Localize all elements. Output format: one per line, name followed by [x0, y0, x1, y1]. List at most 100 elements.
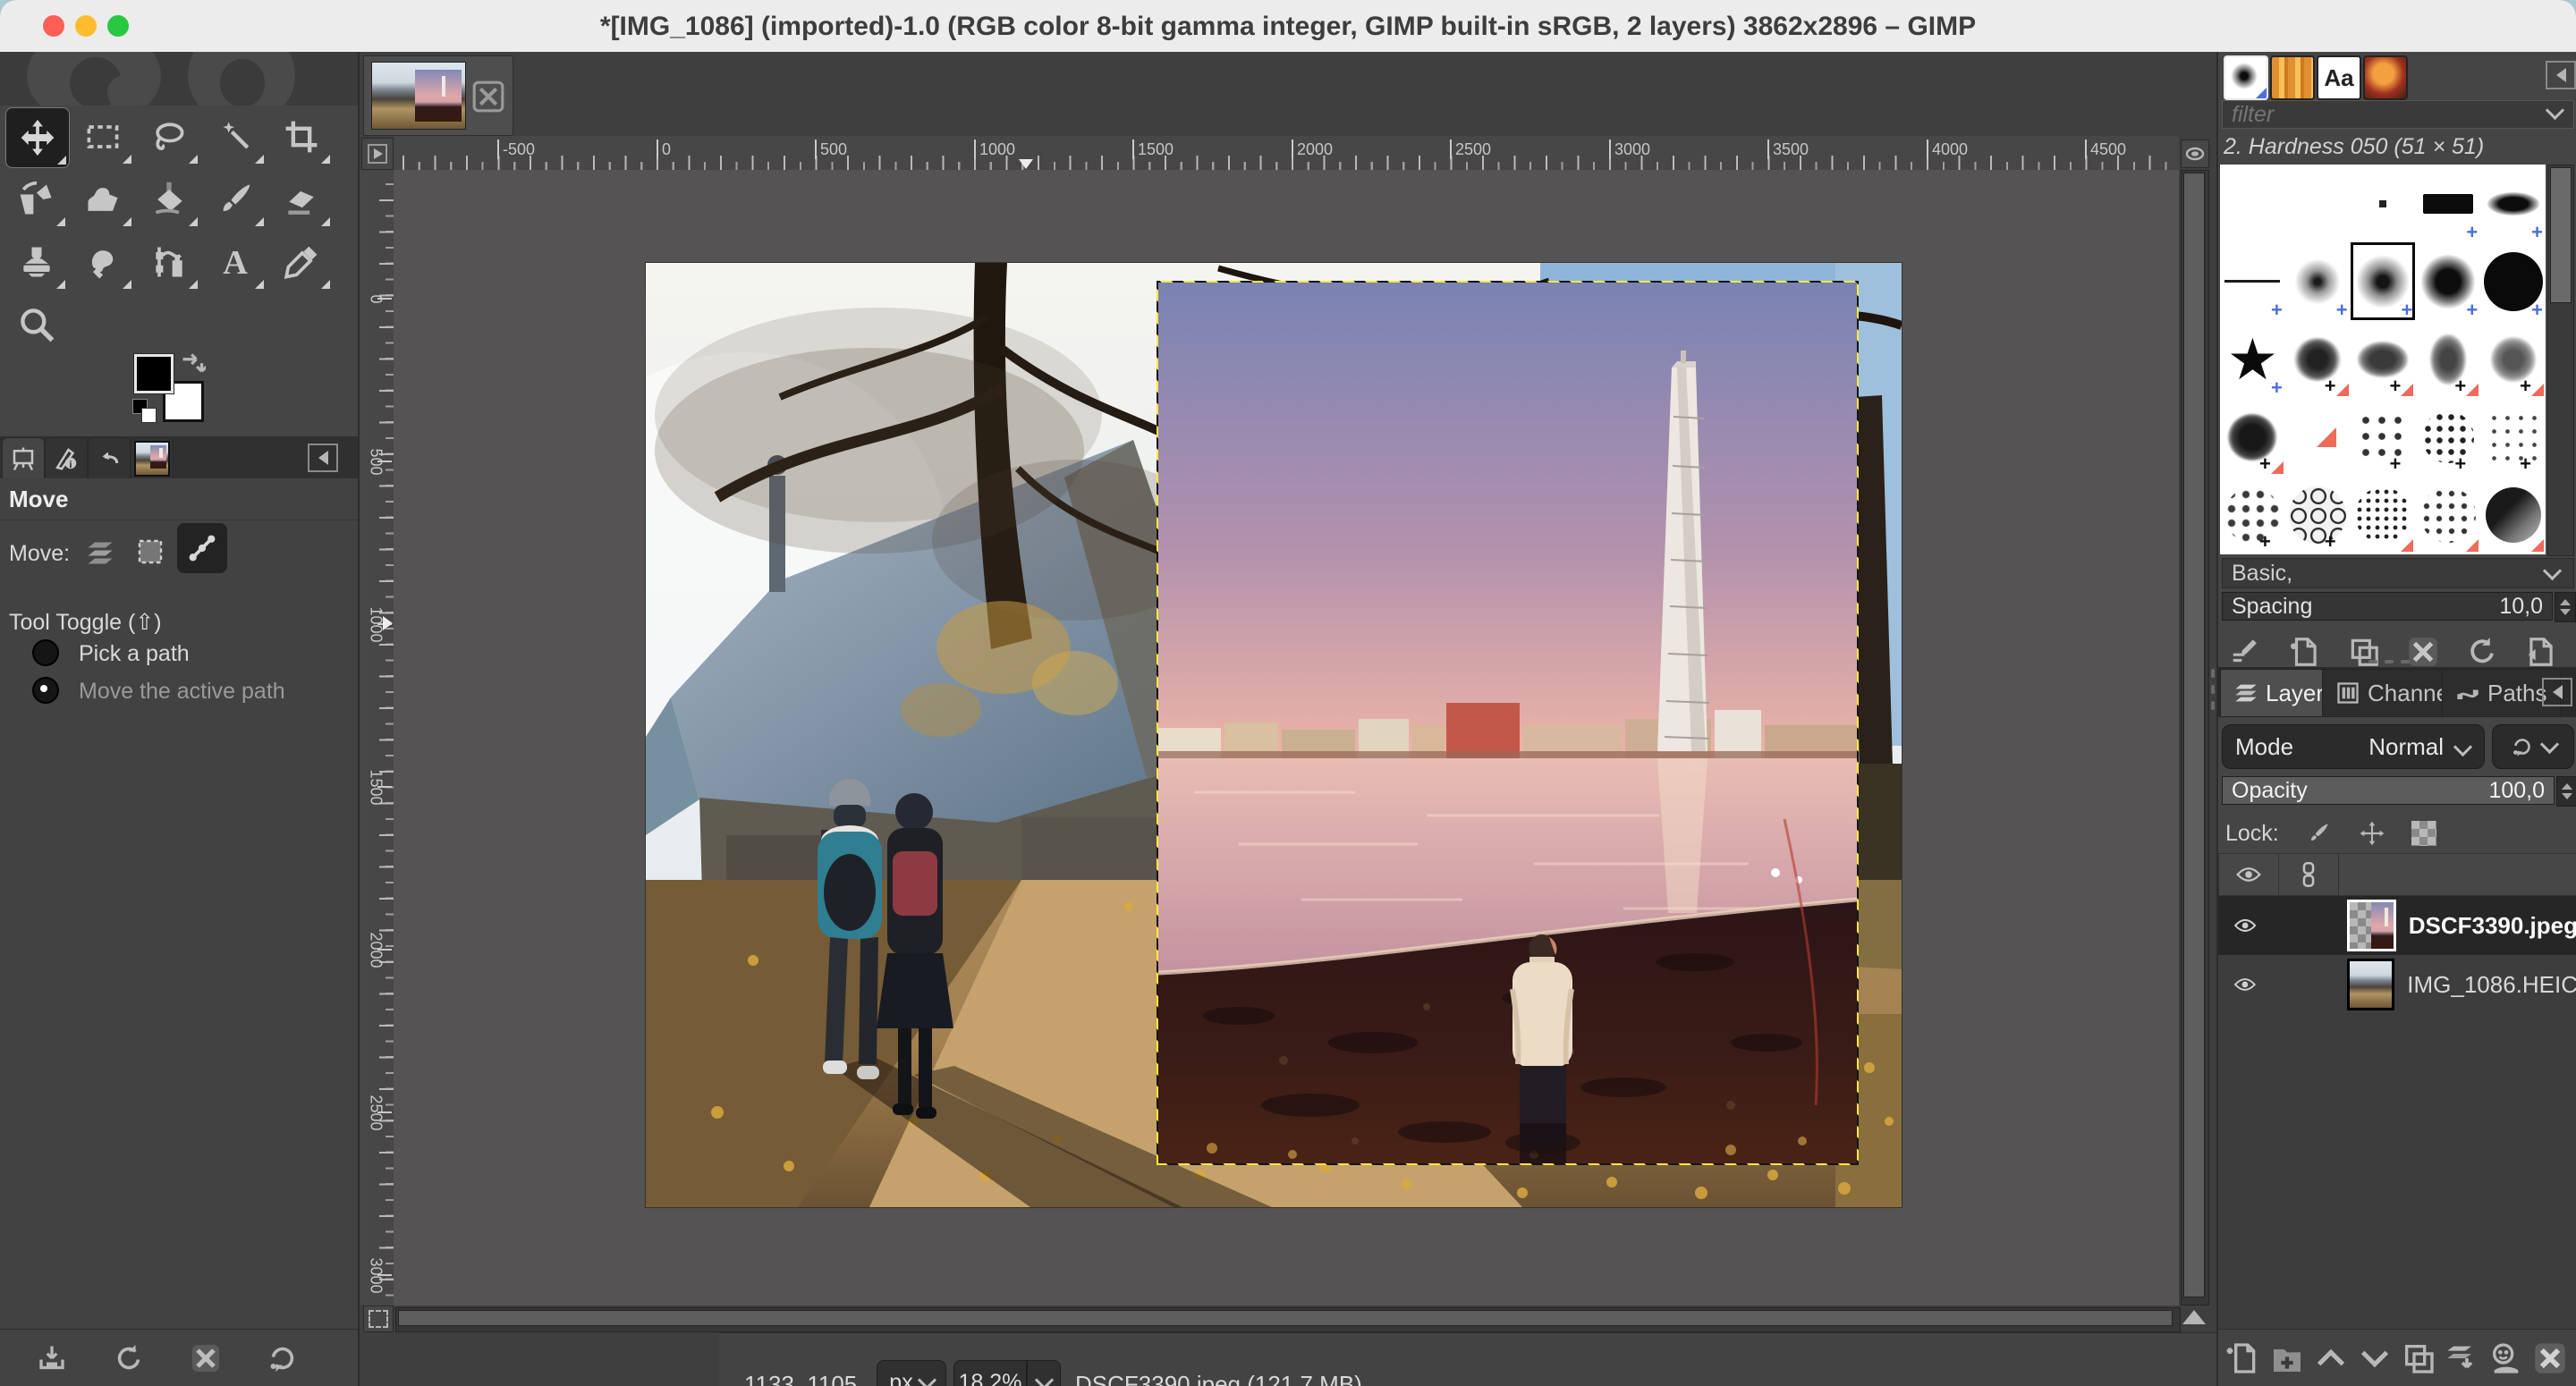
tool-bucket-fill[interactable]	[138, 170, 200, 229]
refresh-brushes-icon[interactable]	[2465, 635, 2499, 669]
foreground-color-swatch[interactable]	[134, 354, 174, 393]
vertical-ruler[interactable]: 0 500 1000 1500 2000 2500 3000	[360, 170, 394, 1306]
tool-crop[interactable]	[270, 107, 333, 166]
swap-colors-icon[interactable]	[179, 352, 206, 376]
move-path-mode-button[interactable]	[177, 523, 227, 573]
tab-fonts[interactable]: Aa	[2317, 55, 2361, 100]
merge-down-icon[interactable]	[2445, 1340, 2480, 1376]
opacity-spinner[interactable]	[2556, 776, 2576, 807]
brush-item[interactable]: +	[2285, 476, 2351, 554]
default-colors-icon-bg[interactable]	[141, 408, 157, 423]
tool-color-picker[interactable]	[270, 232, 333, 292]
new-layer-icon[interactable]	[2225, 1340, 2261, 1376]
zoom-dropdown[interactable]	[1027, 1360, 1061, 1386]
brush-item[interactable]: +	[2415, 398, 2480, 476]
tool-clone[interactable]	[5, 232, 68, 292]
brush-item[interactable]	[2415, 476, 2480, 554]
zoom-value[interactable]: 18,2%	[953, 1360, 1027, 1386]
raise-layer-icon[interactable]	[2313, 1340, 2349, 1376]
tool-paintbrush[interactable]	[204, 170, 267, 229]
horizontal-scrollbar-thumb[interactable]	[398, 1310, 2173, 1326]
brush-grid-scrollbar-thumb[interactable]	[2550, 167, 2572, 303]
zoom-follow-window-button[interactable]	[2181, 139, 2209, 168]
mode-switch-button[interactable]	[2492, 724, 2574, 769]
brush-item[interactable]	[2351, 165, 2416, 242]
delete-brush-icon[interactable]	[2406, 635, 2440, 669]
navigation-button[interactable]	[2181, 1304, 2207, 1331]
unit-dropdown[interactable]: px	[877, 1360, 946, 1386]
open-brush-as-image-icon[interactable]	[2524, 635, 2558, 669]
layer-mode-dropdown[interactable]: Mode Normal	[2222, 724, 2485, 769]
brush-item[interactable]	[2351, 476, 2416, 554]
opacity-slider[interactable]: Opacity 100,0	[2222, 776, 2555, 805]
move-layer-mode-button[interactable]	[77, 528, 123, 575]
save-preset-icon[interactable]	[36, 1342, 68, 1374]
brush-item[interactable]: +	[2351, 320, 2416, 398]
link-column-header[interactable]	[2279, 853, 2339, 896]
tool-unified-transform[interactable]	[5, 170, 68, 229]
duplicate-brush-icon[interactable]	[2347, 635, 2381, 669]
tab-brushes[interactable]	[2224, 55, 2268, 100]
vertical-scrollbar[interactable]	[2181, 170, 2209, 1306]
dock-splitter-grip[interactable]	[2368, 660, 2410, 663]
brush-item[interactable]: +	[2220, 476, 2285, 554]
brush-item[interactable]: ★+	[2220, 320, 2285, 398]
brush-item[interactable]: +	[2285, 242, 2351, 320]
tool-zoom[interactable]	[5, 295, 68, 354]
add-mask-icon[interactable]	[2488, 1340, 2524, 1376]
brush-item[interactable]: +	[2415, 320, 2480, 398]
brush-tag-select[interactable]: Basic,	[2222, 558, 2574, 588]
brush-item[interactable]: +	[2480, 320, 2546, 398]
delete-layer-icon[interactable]	[2532, 1340, 2568, 1376]
brush-item[interactable]	[2480, 476, 2546, 554]
visibility-column-header[interactable]	[2218, 853, 2279, 896]
collapse-brushes-button[interactable]	[2546, 61, 2576, 89]
brush-item[interactable]: +	[2480, 165, 2546, 242]
brush-item[interactable]: +	[2220, 242, 2285, 320]
tool-fuzzy-select[interactable]	[204, 107, 267, 166]
new-group-icon[interactable]	[2269, 1340, 2305, 1376]
canvas-viewport[interactable]	[394, 170, 2179, 1306]
tab-device-status[interactable]: i	[45, 437, 88, 480]
lock-alpha-icon[interactable]	[2411, 821, 2436, 846]
tab-gradients[interactable]	[2363, 55, 2408, 100]
layer-row-dscf3390[interactable]: DSCF3390.jpeg	[2218, 896, 2576, 955]
brush-item[interactable]: +	[2220, 398, 2285, 476]
delete-preset-icon[interactable]	[190, 1342, 222, 1374]
brush-item[interactable]: +	[2480, 242, 2546, 320]
edit-brush-icon[interactable]	[2229, 635, 2263, 669]
collapse-tool-options-button[interactable]	[308, 444, 338, 472]
tool-move[interactable]	[5, 107, 70, 168]
reset-options-icon[interactable]	[267, 1342, 299, 1374]
lower-layer-icon[interactable]	[2357, 1340, 2393, 1376]
tab-image-thumbnail[interactable]	[131, 437, 174, 480]
quick-mask-toggle[interactable]	[363, 1306, 394, 1332]
brush-filter-input[interactable]	[2222, 100, 2574, 129]
restore-preset-icon[interactable]	[113, 1342, 145, 1374]
new-brush-icon[interactable]	[2288, 635, 2322, 669]
tool-text[interactable]: A	[204, 232, 267, 292]
vertical-scrollbar-thumb[interactable]	[2183, 173, 2205, 1297]
close-image-icon[interactable]	[471, 80, 505, 114]
collapse-layers-button[interactable]	[2542, 678, 2572, 706]
horizontal-scrollbar[interactable]	[395, 1307, 2181, 1332]
brush-item[interactable]	[2285, 165, 2351, 242]
brush-item[interactable]: +	[2285, 320, 2351, 398]
tab-patterns[interactable]	[2270, 55, 2315, 100]
eye-icon[interactable]	[2234, 975, 2256, 994]
brush-item[interactable]	[2220, 165, 2285, 242]
brush-item[interactable]	[2285, 398, 2351, 476]
brush-item-selected[interactable]: +	[2351, 242, 2416, 320]
tool-rectangle-select[interactable]	[72, 107, 134, 166]
tool-paths[interactable]	[138, 232, 200, 292]
brush-item[interactable]: +	[2351, 398, 2416, 476]
spacing-slider[interactable]: Spacing 10,0	[2222, 592, 2553, 621]
tab-tool-options[interactable]	[2, 437, 45, 480]
composite-image[interactable]	[646, 263, 1902, 1207]
brush-grid-scrollbar[interactable]	[2547, 165, 2574, 556]
layer-row-img1086[interactable]: IMG_1086.HEIC	[2218, 955, 2576, 1014]
brush-item[interactable]: +	[2415, 242, 2480, 320]
eye-icon[interactable]	[2234, 916, 2256, 935]
image-tab[interactable]	[363, 55, 513, 136]
tool-free-select[interactable]	[138, 107, 200, 166]
